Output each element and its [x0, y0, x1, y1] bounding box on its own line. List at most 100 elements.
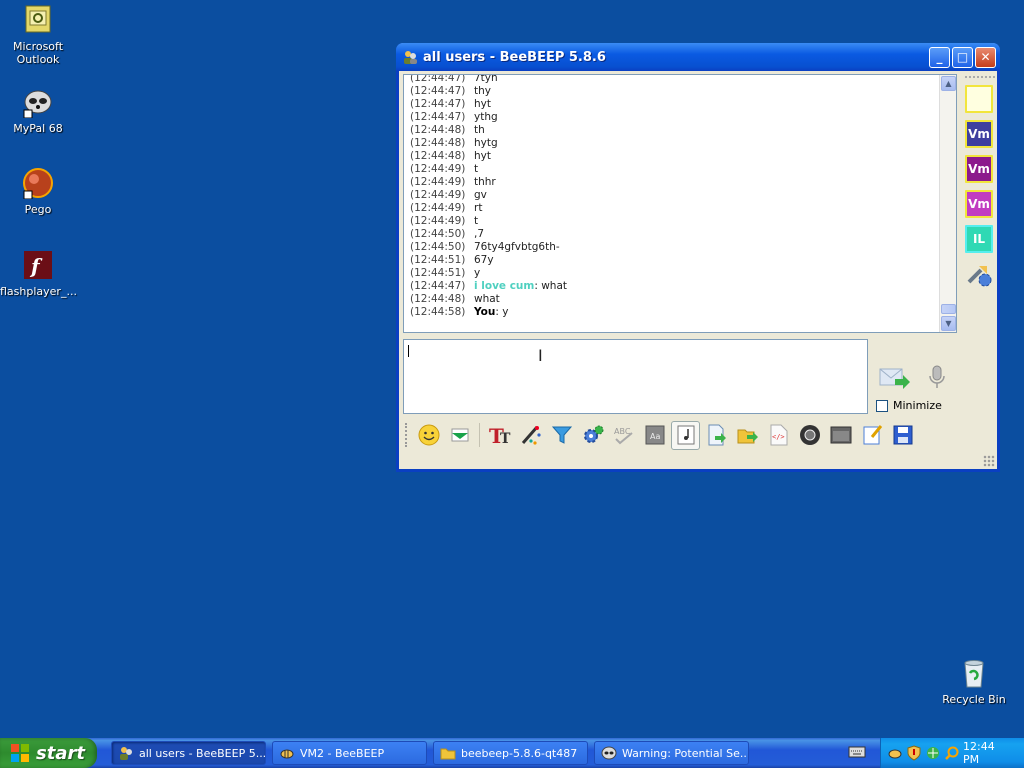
search-tray-icon[interactable] — [944, 745, 960, 761]
emoticon-icon[interactable] — [414, 421, 443, 450]
sidebar-item-empty[interactable] — [965, 85, 993, 113]
start-label: start — [36, 742, 85, 764]
resize-grip[interactable] — [983, 455, 995, 467]
minimize-checkbox[interactable]: Minimize — [876, 399, 942, 412]
outlook-icon — [22, 4, 54, 36]
chat-message: (12:44:49) gv — [410, 189, 567, 202]
message-text: hytg — [474, 137, 498, 149]
chat-message: (12:44:48) th — [410, 124, 567, 137]
taskbar-item-label: Warning: Potential Se... — [622, 746, 749, 760]
user-sidebar: Vm Vm Vm IL — [960, 74, 1000, 419]
send-file-icon[interactable] — [702, 421, 731, 450]
svg-text:</>: </> — [772, 433, 785, 441]
message-text: rt — [474, 202, 483, 214]
text-caret — [408, 345, 409, 357]
message-timestamp: (12:44:48) — [410, 293, 466, 305]
chat-scrollbar[interactable]: ▲ ▼ — [939, 75, 956, 332]
users-icon — [118, 745, 134, 761]
message-sender[interactable]: i love cum — [474, 280, 534, 292]
html-icon[interactable]: </> — [764, 421, 793, 450]
font-icon[interactable]: TT — [485, 421, 514, 450]
message-text: gv — [474, 189, 487, 201]
send-button[interactable] — [879, 365, 911, 391]
svg-text:T: T — [500, 431, 511, 447]
screenshot-icon[interactable] — [795, 421, 824, 450]
chat-message: (12:44:48) what — [410, 293, 567, 306]
taskbar-item-label: all users - BeeBEEP 5.... — [139, 746, 266, 760]
taskbar-item-vm2-beebeep[interactable]: VM2 - BeeBEEP — [272, 741, 427, 765]
message-timestamp: (12:44:50) — [410, 241, 466, 253]
scroll-down-icon[interactable]: ▼ — [941, 316, 956, 331]
desktop-icon-mypal[interactable]: MyPal 68 — [0, 86, 76, 135]
message-timestamp: (12:44:48) — [410, 137, 466, 149]
chat-message: (12:44:51) 67y — [410, 254, 567, 267]
taskbar-item-label: VM2 - BeeBEEP — [300, 746, 385, 760]
start-button[interactable]: start — [0, 738, 97, 768]
message-timestamp: (12:44:47) — [410, 74, 466, 84]
message-text: thy — [474, 85, 491, 97]
scroll-thumb[interactable] — [941, 304, 956, 314]
message-timestamp: (12:44:49) — [410, 189, 466, 201]
message-text: : what — [534, 280, 568, 292]
taskbar-item-folder[interactable]: beebeep-5.8.6-qt487 — [433, 741, 588, 765]
sidebar-item-il[interactable]: IL — [965, 225, 993, 253]
close-button[interactable]: ✕ — [975, 46, 996, 68]
note-icon[interactable] — [671, 420, 700, 450]
toolbar-grip — [405, 423, 408, 447]
message-timestamp: (12:44:49) — [410, 163, 466, 175]
chat-log[interactable]: (12:44:47) 7tyh (12:44:47) thy (12:44:47) hyt… — [403, 74, 957, 333]
chat-message: (12:44:48) hytg — [410, 137, 567, 150]
desktop-icon-flashplayer[interactable]: f flashplayer_... — [0, 249, 77, 298]
save-icon[interactable] — [888, 421, 917, 450]
desktop-icon-pego[interactable]: Pego — [0, 167, 76, 216]
message-input[interactable]: I — [403, 339, 868, 414]
network-icon[interactable] — [925, 745, 941, 761]
microphone-icon[interactable] — [927, 365, 947, 391]
sidebar-item-vm-3[interactable]: Vm — [965, 190, 993, 218]
terminal-icon[interactable] — [826, 421, 855, 450]
color-icon[interactable] — [445, 421, 474, 450]
filter-icon[interactable] — [547, 421, 576, 450]
desktop-icon-label: Recycle Bin — [942, 693, 1006, 706]
message-text: 67y — [474, 254, 494, 266]
raccoon-icon — [22, 86, 54, 119]
taskbar-item-beebeep-all-users[interactable]: all users - BeeBEEP 5.... — [111, 741, 266, 765]
message-timestamp: (12:44:50) — [410, 228, 466, 240]
font-color-icon[interactable] — [516, 421, 545, 450]
window-titlebar[interactable]: all users - BeeBEEP 5.8.6 _ □ ✕ — [396, 43, 1000, 71]
sidebar-item-vm-2[interactable]: Vm — [965, 155, 993, 183]
send-folder-icon[interactable] — [733, 421, 762, 450]
dictionary-icon[interactable]: Aa — [640, 421, 669, 450]
minimize-label: Minimize — [893, 399, 942, 412]
desktop-icon-outlook[interactable]: Microsoft Outlook — [0, 4, 76, 66]
message-timestamp: (12:44:47) — [410, 280, 466, 292]
message-text: t — [474, 163, 479, 175]
checkbox-box[interactable] — [876, 399, 888, 412]
raccoon-icon — [601, 745, 617, 761]
minimize-button[interactable]: _ — [929, 46, 950, 68]
taskbar-item-warning[interactable]: Warning: Potential Se... — [594, 741, 749, 765]
keyboard-icon[interactable] — [848, 745, 866, 759]
message-text: th — [474, 124, 485, 136]
chat-message: (12:44:50) ,7 — [410, 228, 567, 241]
message-timestamp: (12:44:47) — [410, 111, 466, 123]
desktop-icon-label: flashplayer_... — [0, 285, 77, 298]
message-timestamp: (12:44:58) — [410, 306, 466, 318]
shield-icon[interactable] — [906, 745, 922, 761]
scroll-up-icon[interactable]: ▲ — [941, 76, 956, 91]
settings-icon[interactable] — [578, 421, 607, 450]
edit-note-icon[interactable] — [857, 421, 886, 450]
windows-logo-icon — [10, 743, 30, 763]
message-sender[interactable]: You — [474, 306, 495, 318]
desktop-icon-recycle-bin[interactable]: Recycle Bin — [936, 657, 1012, 706]
maximize-button[interactable]: □ — [952, 46, 973, 68]
message-timestamp: (12:44:48) — [410, 150, 466, 162]
system-tray: 12:44 PM — [880, 738, 1024, 768]
sidebar-item-vm-1[interactable]: Vm — [965, 120, 993, 148]
chat-message: (12:44:49) t — [410, 163, 567, 176]
bee-tray-icon[interactable] — [887, 745, 903, 761]
folder-icon — [440, 745, 456, 761]
plugins-icon[interactable] — [965, 260, 993, 288]
spellcheck-icon[interactable]: ABC — [609, 421, 638, 450]
message-text: y — [474, 267, 481, 279]
